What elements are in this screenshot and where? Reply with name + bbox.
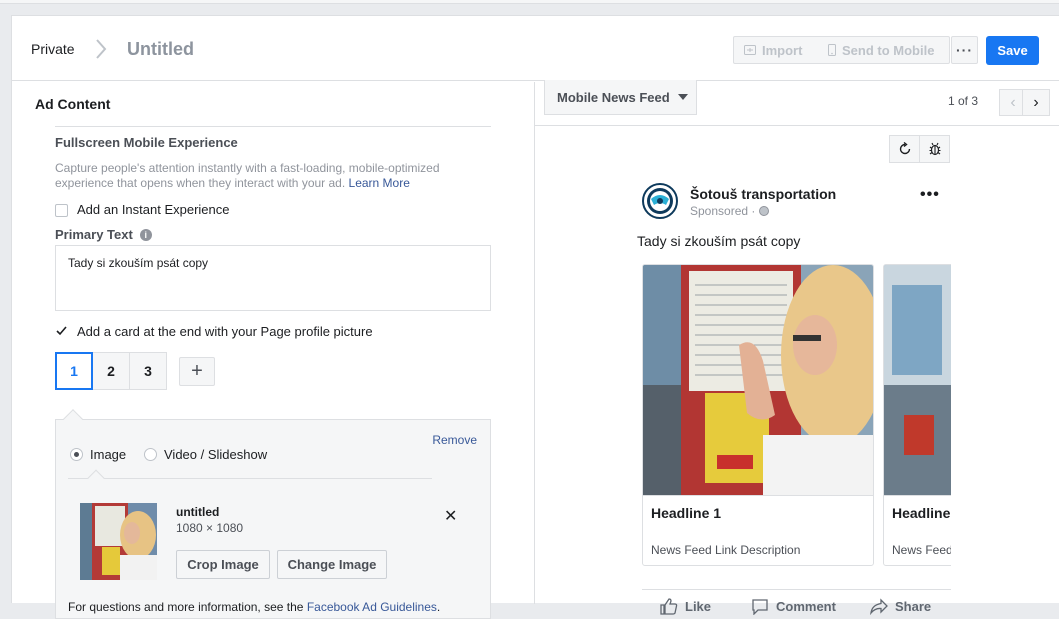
- divider: [643, 495, 873, 496]
- video-slideshow-radio-label[interactable]: Video / Slideshow: [164, 447, 267, 462]
- video-slideshow-radio[interactable]: [144, 448, 157, 461]
- page-avatar: [642, 183, 678, 219]
- card-tabs: 1 2 3: [55, 352, 167, 390]
- preview-pager: 1 of 3: [948, 94, 979, 108]
- instant-experience-checkbox[interactable]: [55, 204, 68, 217]
- end-card-checkbox[interactable]: [55, 324, 68, 337]
- card-description: News Feed Link Description: [651, 543, 801, 557]
- like-icon: [660, 598, 678, 615]
- card-tab-2[interactable]: 2: [92, 352, 130, 390]
- card-tab-3[interactable]: 3: [129, 352, 167, 390]
- tab-pointer: [63, 409, 83, 429]
- share-button[interactable]: Share: [870, 598, 931, 615]
- add-card-button[interactable]: +: [179, 357, 215, 386]
- card-headline: Headline: [892, 505, 951, 521]
- refresh-button[interactable]: [889, 135, 920, 163]
- top-strip: [0, 0, 1059, 4]
- chevron-right-icon: [96, 39, 107, 59]
- guidelines-suffix: .: [436, 600, 441, 614]
- placement-label: Mobile News Feed: [557, 89, 670, 105]
- divider: [55, 126, 491, 127]
- post-text: Tady si zkouším psát copy: [637, 233, 801, 249]
- instant-experience-label[interactable]: Add an Instant Experience: [77, 202, 230, 217]
- breadcrumb-private[interactable]: Private: [31, 41, 75, 57]
- like-label: Like: [685, 599, 712, 614]
- image-dimensions: 1080 × 1080: [176, 521, 244, 535]
- import-icon: [744, 45, 756, 55]
- save-button[interactable]: Save: [986, 36, 1039, 65]
- guidelines-note: For questions and more information, see …: [68, 600, 440, 614]
- import-label: Import: [762, 42, 803, 58]
- send-to-mobile-label: Send to Mobile: [842, 42, 935, 58]
- card-image: [643, 265, 873, 495]
- post-more-button[interactable]: •••: [920, 186, 940, 204]
- section-title: Ad Content: [35, 96, 111, 112]
- carousel: Headline 1 News Feed Link Description He…: [642, 264, 951, 566]
- option-pointer: [87, 469, 105, 487]
- comment-icon: [752, 599, 768, 615]
- remove-card-link[interactable]: Remove: [432, 433, 477, 447]
- refresh-icon: [899, 142, 910, 155]
- caret-down-icon: [677, 94, 688, 100]
- sponsored-label: Sponsored ·: [690, 204, 770, 218]
- bug-icon: [929, 142, 940, 156]
- import-button[interactable]: Import: [733, 36, 819, 64]
- divider: [535, 125, 1059, 126]
- more-options-button[interactable]: ···: [951, 36, 978, 64]
- change-image-button[interactable]: Change Image: [277, 550, 387, 579]
- page-name[interactable]: Šotouš transportation: [690, 186, 836, 202]
- ad-preview-panel: Mobile News Feed 1 of 3 ‹ › Šotouš trans…: [534, 80, 1059, 615]
- guidelines-prefix: For questions and more information, see …: [68, 600, 304, 614]
- divider: [642, 589, 951, 590]
- ad-guidelines-link[interactable]: Facebook Ad Guidelines: [307, 600, 437, 614]
- share-icon: [870, 598, 888, 615]
- info-icon[interactable]: i: [139, 228, 152, 241]
- carousel-card-1[interactable]: Headline 1 News Feed Link Description: [642, 264, 874, 566]
- carousel-card-2[interactable]: Headline News Feed: [883, 264, 951, 566]
- card-editor: Remove Image Video / Slideshow untitled …: [55, 409, 491, 619]
- globe-icon: [759, 206, 770, 216]
- editor-header: Private Untitled Import Send to Mobile ·…: [12, 16, 1059, 81]
- sponsored-text: Sponsored ·: [690, 204, 756, 218]
- end-card-label[interactable]: Add a card at the end with your Page pro…: [77, 324, 373, 339]
- primary-text-label: Primary Text i: [55, 227, 152, 242]
- phone-icon: [828, 44, 836, 56]
- card-description: News Feed: [892, 543, 951, 557]
- ad-title[interactable]: Untitled: [127, 39, 194, 60]
- image-radio-label[interactable]: Image: [90, 447, 126, 462]
- ad-editor: Private Untitled Import Send to Mobile ·…: [11, 15, 1059, 619]
- primary-text-input[interactable]: Tady si zkouším psát copy: [55, 245, 491, 311]
- image-name: untitled: [176, 505, 220, 519]
- report-bug-button[interactable]: [919, 135, 950, 163]
- primary-text-label-text: Primary Text: [55, 227, 133, 242]
- card-headline: Headline 1: [651, 505, 722, 521]
- image-thumbnail: [80, 503, 157, 580]
- comment-button[interactable]: Comment: [751, 598, 836, 615]
- send-to-mobile-button[interactable]: Send to Mobile: [818, 36, 950, 64]
- next-preview-button[interactable]: ›: [1022, 89, 1050, 116]
- close-icon[interactable]: ✕: [444, 506, 457, 526]
- divider: [68, 478, 432, 479]
- image-radio[interactable]: [70, 448, 83, 461]
- like-button[interactable]: Like: [660, 598, 711, 615]
- fullscreen-title: Fullscreen Mobile Experience: [55, 135, 238, 150]
- fullscreen-description: Capture people's attention instantly wit…: [55, 161, 495, 191]
- placement-dropdown[interactable]: Mobile News Feed: [544, 80, 697, 115]
- card-image: [884, 265, 951, 495]
- crop-image-button[interactable]: Crop Image: [176, 550, 270, 579]
- divider: [884, 495, 951, 496]
- ad-content-panel: Ad Content Fullscreen Mobile Experience …: [12, 82, 534, 619]
- share-label: Share: [895, 599, 932, 614]
- learn-more-link[interactable]: Learn More: [349, 176, 410, 190]
- comment-label: Comment: [776, 599, 836, 614]
- card-tab-1[interactable]: 1: [55, 352, 93, 390]
